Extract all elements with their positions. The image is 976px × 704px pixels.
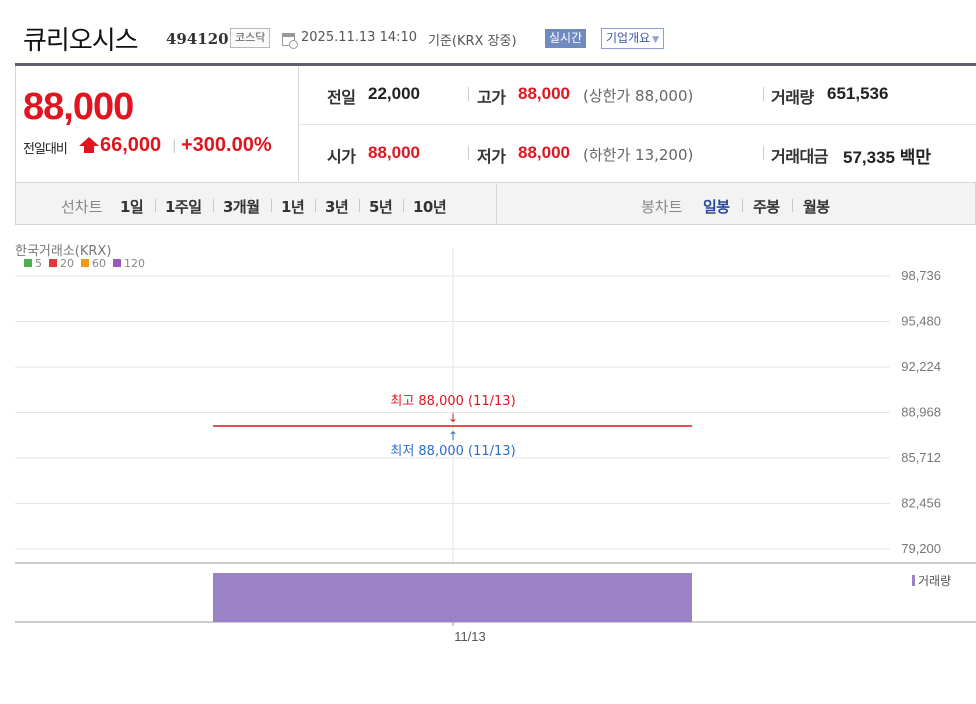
volume-bar — [213, 573, 692, 622]
volume-legend-label: 거래량 — [918, 574, 951, 588]
y-tick-label: 92,224 — [901, 359, 941, 374]
y-tick-label: 95,480 — [901, 314, 941, 329]
volume-legend-swatch — [912, 575, 915, 586]
y-tick-label: 79,200 — [901, 541, 941, 556]
high-annotation: 최고 88,000 (11/13) — [390, 394, 515, 409]
x-tick-label: 11/13 — [454, 629, 486, 644]
y-tick-label: 98,736 — [901, 268, 941, 283]
low-annotation: 최저 88,000 (11/13) — [390, 444, 515, 459]
y-tick-label: 88,968 — [901, 405, 941, 420]
y-tick-label: 85,712 — [901, 450, 941, 465]
down-arrow-icon: ↓ — [448, 411, 458, 425]
y-tick-label: 82,456 — [901, 496, 941, 511]
price-chart: 98,736 95,480 92,224 88,968 85,712 82,456 79,2… — [15, 248, 976, 644]
up-arrow-icon: ↑ — [448, 429, 458, 443]
